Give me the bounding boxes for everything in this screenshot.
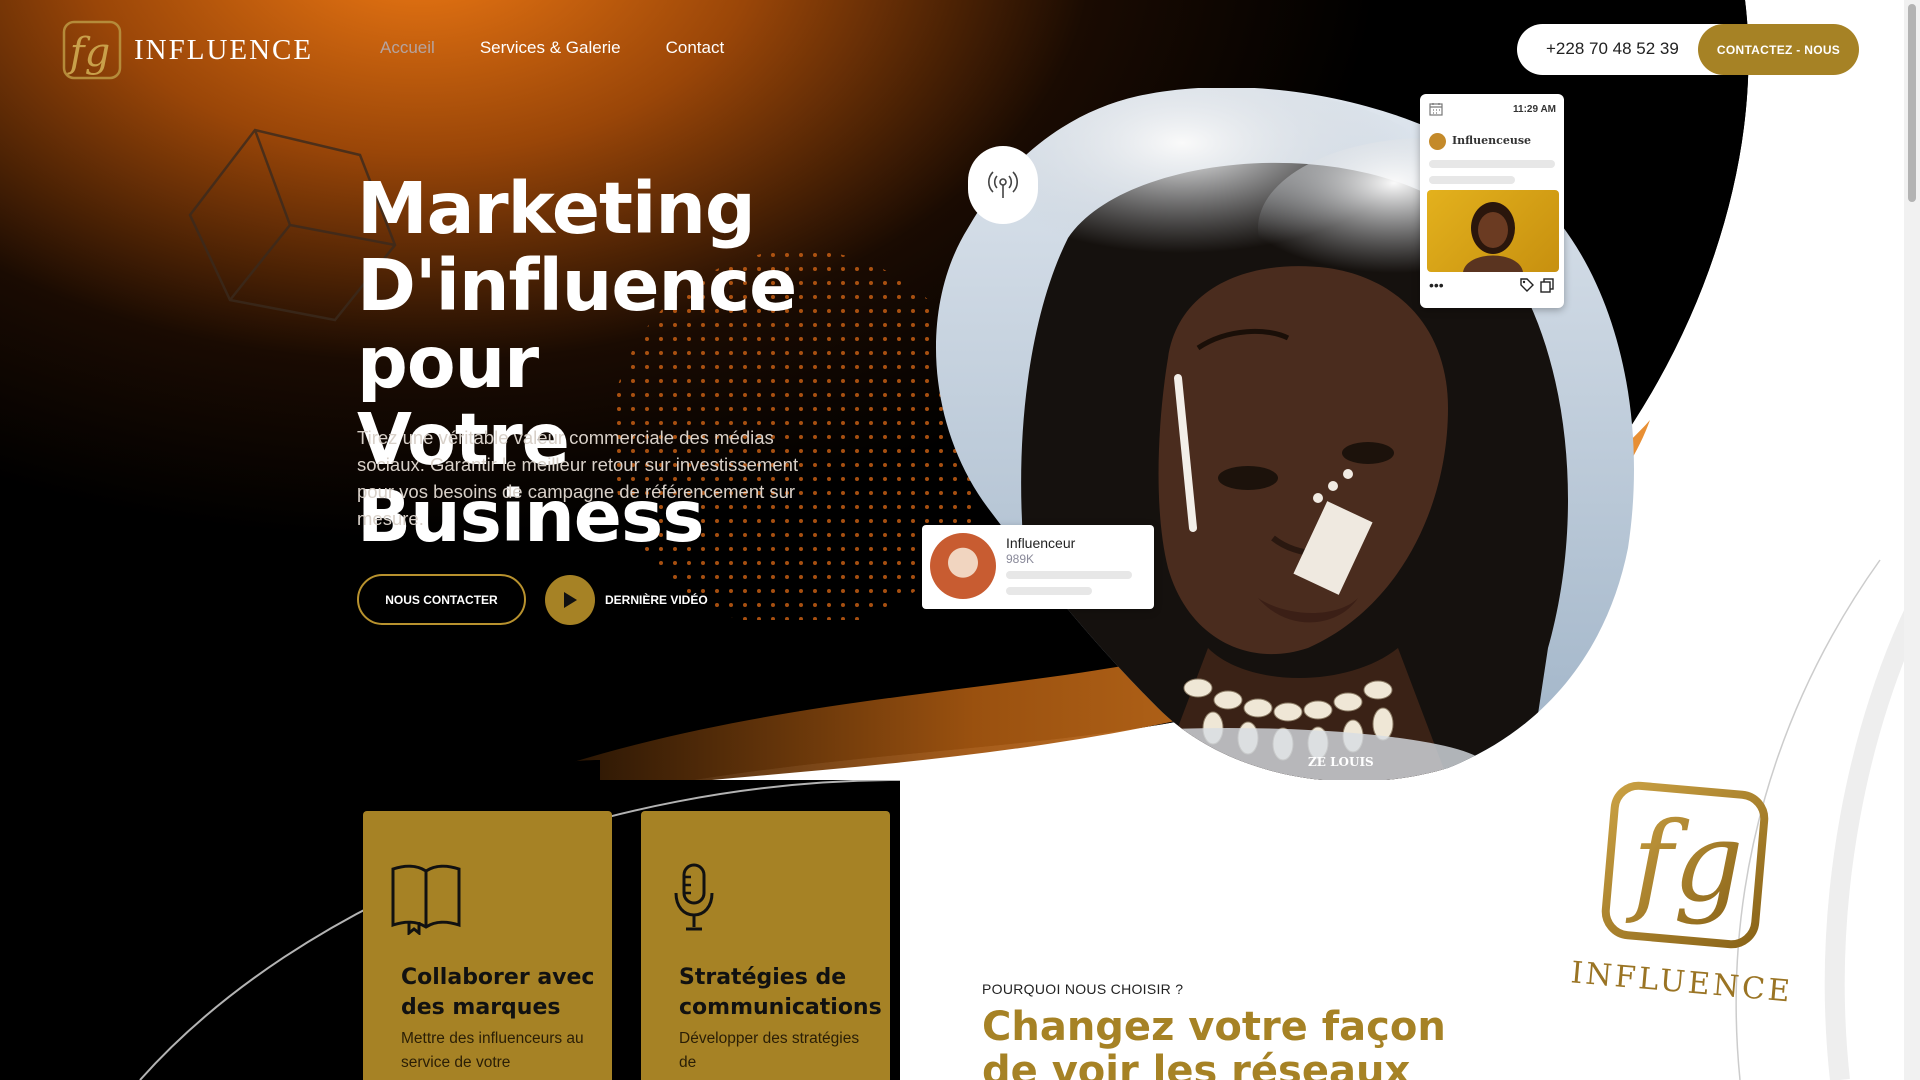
fg-logo-icon: fg bbox=[62, 20, 122, 80]
hero-description: Tirez une véritable valeur commerciale d… bbox=[357, 427, 799, 529]
svg-text:fg: fg bbox=[67, 30, 110, 76]
nav-item-services-galerie[interactable]: Services & Galerie bbox=[480, 38, 621, 58]
play-icon bbox=[564, 592, 577, 608]
section-kicker: POURQUOI NOUS CHOISIR ? bbox=[982, 981, 1184, 997]
influencer-card: Influenceur 989K bbox=[922, 525, 1154, 609]
social-post-card: 11:29 AM Influenceuse ••• bbox=[1420, 94, 1564, 308]
photo-credit: ZE LOUIS bbox=[1308, 755, 1374, 769]
more-icon[interactable]: ••• bbox=[1429, 277, 1444, 296]
contact-us-button[interactable]: CONTACTEZ - NOUS bbox=[1698, 24, 1859, 75]
feature-card-collaborate[interactable]: Collaborer avec des marques Mettre des i… bbox=[363, 811, 612, 1080]
avatar bbox=[930, 533, 996, 599]
play-video-button[interactable] bbox=[545, 575, 595, 625]
latest-video-label[interactable]: DERNIÈRE VIDÉO bbox=[605, 593, 708, 607]
tag-icon[interactable] bbox=[1519, 277, 1535, 293]
feature-title: Stratégies de communications bbox=[679, 965, 882, 1020]
broadcast-icon bbox=[988, 171, 1018, 198]
page: fg INFLUENCE Accueil Services & Galerie … bbox=[0, 0, 1920, 1080]
influencer-name: Influenceur bbox=[1006, 535, 1076, 551]
post-image bbox=[1427, 190, 1559, 272]
nav-item-accueil[interactable]: Accueil bbox=[380, 38, 435, 58]
avatar bbox=[1429, 133, 1446, 150]
post-author: Influenceuse bbox=[1452, 134, 1532, 147]
site-logo[interactable]: fg INFLUENCE bbox=[50, 18, 313, 82]
book-icon bbox=[391, 864, 461, 935]
scrollbar-thumb[interactable] bbox=[1908, 4, 1916, 202]
calendar-icon bbox=[1429, 103, 1443, 116]
influence-logo-large: fg INFLUENCE bbox=[1570, 781, 1794, 1010]
main-nav: Accueil Services & Galerie Contact bbox=[380, 38, 724, 58]
post-time: 11:29 AM bbox=[1513, 104, 1556, 115]
section-title: Changez votre façon de voir les réseaux bbox=[982, 1004, 1446, 1080]
microphone-icon bbox=[674, 863, 714, 931]
feature-text: Développer des stratégies de bbox=[679, 1030, 860, 1071]
svg-text:fg: fg bbox=[1625, 798, 1743, 926]
text-placeholder bbox=[1429, 176, 1515, 184]
text-placeholder bbox=[1429, 160, 1555, 168]
vertical-scrollbar[interactable] bbox=[1904, 0, 1920, 1080]
broadcast-badge bbox=[968, 146, 1038, 224]
feature-text: Mettre des influenceurs au service de vo… bbox=[401, 1030, 584, 1071]
svg-text:INFLUENCE: INFLUENCE bbox=[1570, 955, 1794, 1009]
logo-text: INFLUENCE bbox=[134, 33, 314, 66]
phone-number[interactable]: +228 70 48 52 39 bbox=[1546, 39, 1679, 59]
text-placeholder bbox=[1006, 571, 1132, 579]
copy-icon[interactable] bbox=[1539, 277, 1555, 293]
post-actions: ••• bbox=[1429, 277, 1555, 296]
hero-title-line-2: D'influence pour bbox=[357, 244, 797, 404]
header-contact-group: +228 70 48 52 39 CONTACTEZ - NOUS bbox=[1517, 24, 1859, 75]
contact-button[interactable]: NOUS CONTACTER bbox=[357, 574, 526, 625]
feature-card-strategies[interactable]: Stratégies de communications Développer … bbox=[641, 811, 890, 1080]
nav-item-contact[interactable]: Contact bbox=[666, 38, 725, 58]
follower-count: 989K bbox=[1006, 552, 1035, 566]
hero-title-line-1: Marketing bbox=[357, 167, 756, 250]
text-placeholder bbox=[1006, 587, 1092, 595]
feature-title: Collaborer avec des marques bbox=[401, 965, 595, 1020]
